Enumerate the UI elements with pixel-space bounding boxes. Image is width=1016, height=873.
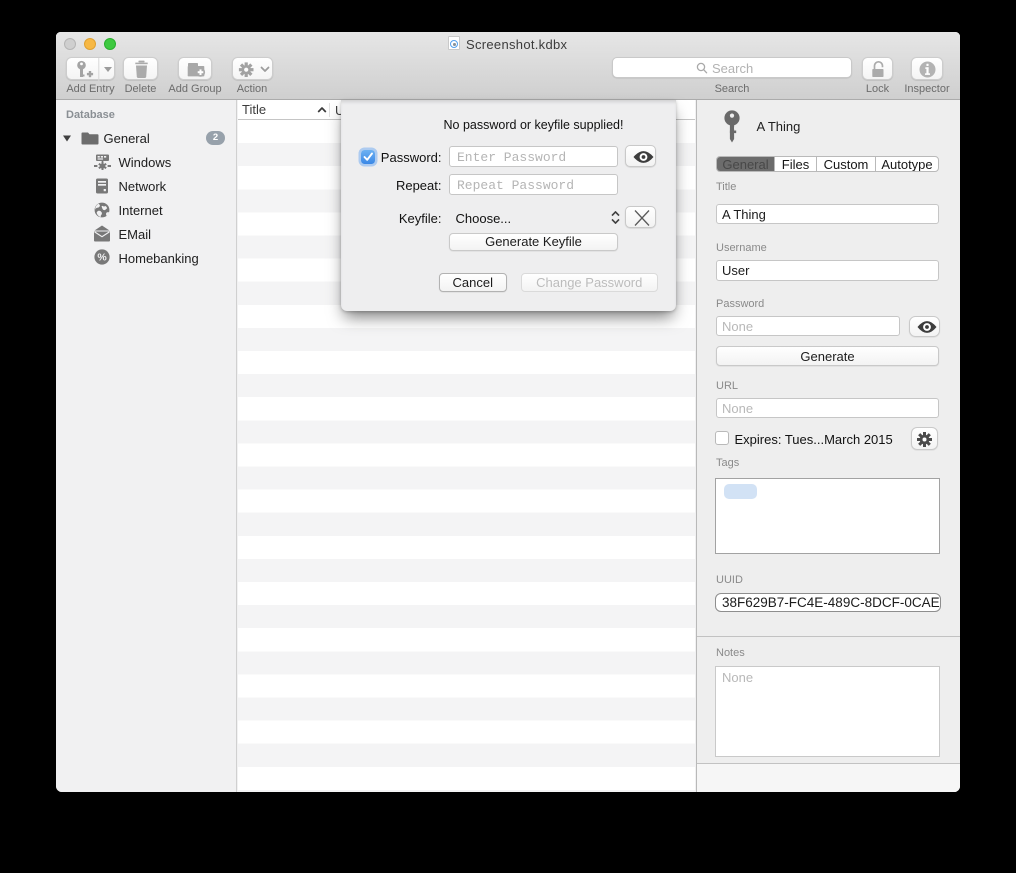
svg-text:%: % [97, 252, 107, 264]
